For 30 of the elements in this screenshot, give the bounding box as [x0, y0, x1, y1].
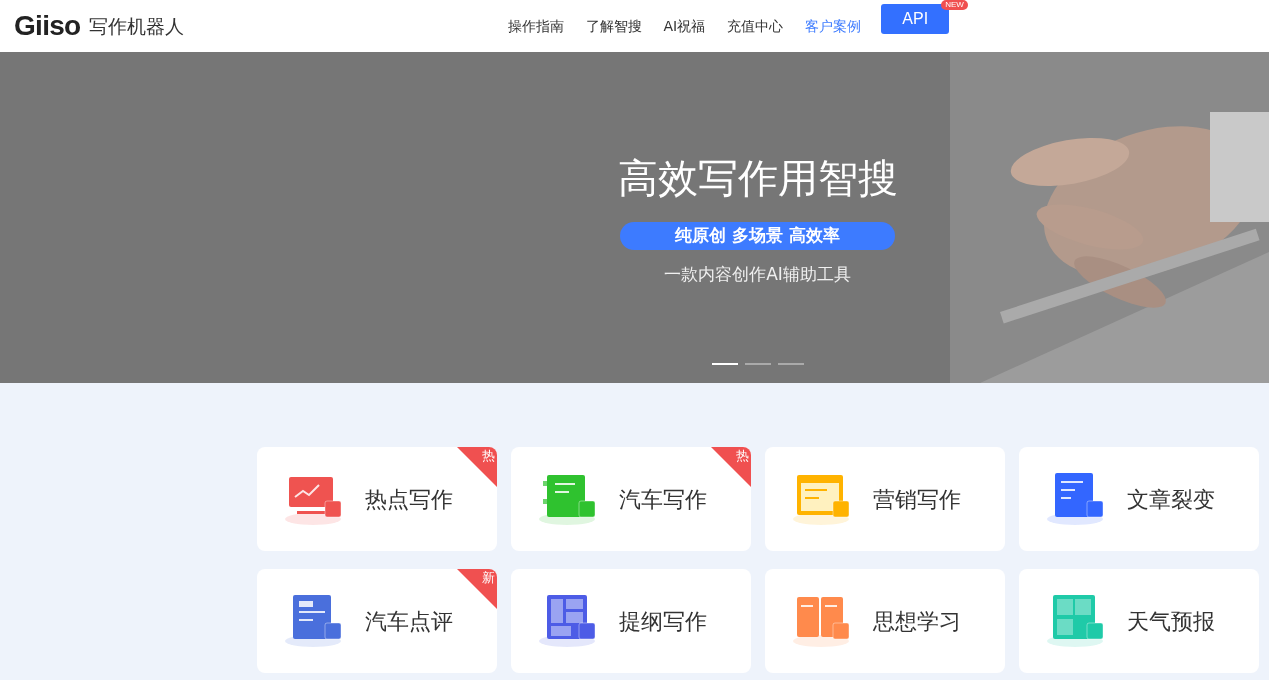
- feature-card[interactable]: 天气预报: [1019, 569, 1259, 673]
- card-title: 汽车点评: [365, 607, 453, 636]
- banner-subtitle: 一款内容创作AI辅助工具: [664, 263, 851, 286]
- logo[interactable]: Giiso: [14, 5, 81, 47]
- feature-card[interactable]: 思想学习: [765, 569, 1005, 673]
- ribbon-label: 热: [482, 448, 495, 464]
- nav-link[interactable]: 了解智搜: [585, 15, 642, 37]
- product-name: 写作机器人: [88, 13, 184, 39]
- card-title: 热点写作: [365, 485, 453, 514]
- feature-card[interactable]: 营销写作: [765, 447, 1005, 551]
- card-title: 营销写作: [873, 485, 961, 514]
- feature-card[interactable]: 热点写作 热: [257, 447, 497, 551]
- ribbon-label: 新: [482, 570, 495, 586]
- card-title: 天气预报: [1127, 607, 1215, 636]
- nav-link[interactable]: 充值中心: [727, 15, 784, 37]
- banner-title: 高效写作用智搜: [617, 154, 898, 203]
- nav-link[interactable]: 客户案例: [805, 15, 862, 37]
- nav-link[interactable]: AI祝福: [663, 15, 706, 37]
- tagline-pill: 纯原创 多场景 高效率: [620, 222, 895, 250]
- card-title: 思想学习: [873, 607, 961, 636]
- feature-card[interactable]: 提纲写作: [511, 569, 751, 673]
- card-title: 汽车写作: [619, 485, 707, 514]
- new-badge: NEW: [941, 0, 968, 10]
- card-title: 提纲写作: [619, 607, 707, 636]
- feature-card[interactable]: 汽车写作 热: [511, 447, 751, 551]
- card-title: 文章裂变: [1127, 485, 1215, 514]
- ribbon-label: 热: [736, 448, 749, 464]
- nav-link[interactable]: 操作指南: [507, 15, 564, 37]
- feature-card[interactable]: 文章裂变: [1019, 447, 1259, 551]
- feature-card[interactable]: 汽车点评 新: [257, 569, 497, 673]
